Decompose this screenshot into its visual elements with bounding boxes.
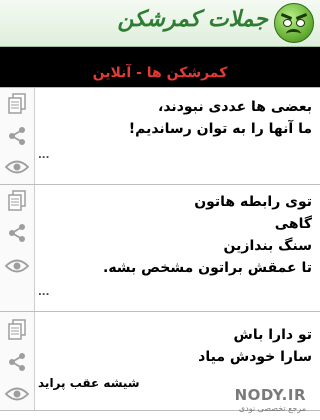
site-watermark: NODY.IR مرجع تخصصی نودی <box>210 384 320 420</box>
post-footer-text[interactable]: شیشه عقب پراید <box>38 376 140 390</box>
post-actions <box>0 185 35 311</box>
copy-icon <box>8 93 26 114</box>
post-line: سنگ بندازین <box>223 238 312 254</box>
watermark-tagline: مرجع تخصصی نودی <box>238 404 306 413</box>
post-text: توی رابطه هاتون گاهی سنگ بندازین تا عمقش… <box>40 191 312 279</box>
share-icon <box>9 353 25 371</box>
eye-icon <box>5 160 29 174</box>
view-button[interactable] <box>4 155 30 179</box>
copy-button[interactable] <box>4 92 30 116</box>
section-bar: کمرشکن ها - آنلاین <box>0 47 320 87</box>
post-actions <box>0 88 35 184</box>
section-title: کمرشکن ها - آنلاین <box>92 65 228 81</box>
post-line: ما آنها را به توان رساندیم! <box>128 121 312 137</box>
post-text: تو دارا باش سارا خودش میاد <box>40 324 312 368</box>
post-card: توی رابطه هاتون گاهی سنگ بندازین تا عمقش… <box>0 184 320 312</box>
copy-button[interactable] <box>4 189 30 213</box>
share-button[interactable] <box>4 350 30 374</box>
eye-icon <box>5 259 29 273</box>
post-card: بعضی ها عددی نبودند، ما آنها را به توان … <box>0 87 320 185</box>
share-icon <box>9 127 25 145</box>
post-line: سارا خودش میاد <box>198 349 312 365</box>
post-line: توی رابطه هاتون <box>194 194 312 210</box>
more-ellipsis[interactable]: ... <box>38 150 49 161</box>
app-header: جملات کمرشکن <box>0 0 320 47</box>
post-actions <box>0 312 35 410</box>
angry-face-logo-icon <box>274 3 314 43</box>
post-text: بعضی ها عددی نبودند، ما آنها را به توان … <box>40 96 312 140</box>
post-line: تا عمقش براتون مشخص بشه. <box>103 260 312 276</box>
copy-icon <box>8 319 26 340</box>
view-button[interactable] <box>4 382 30 406</box>
copy-icon <box>8 190 26 211</box>
share-button[interactable] <box>4 221 30 245</box>
post-line: گاهی <box>274 216 312 232</box>
app-title: جملات کمرشکن <box>117 6 268 32</box>
more-ellipsis[interactable]: ... <box>38 287 49 298</box>
copy-button[interactable] <box>4 318 30 342</box>
eye-icon <box>5 387 29 401</box>
view-button[interactable] <box>4 254 30 278</box>
watermark-brand: NODY.IR <box>234 386 306 404</box>
share-icon <box>9 224 25 242</box>
post-line: بعضی ها عددی نبودند، <box>158 99 312 115</box>
share-button[interactable] <box>4 124 30 148</box>
post-line: تو دارا باش <box>233 327 312 343</box>
